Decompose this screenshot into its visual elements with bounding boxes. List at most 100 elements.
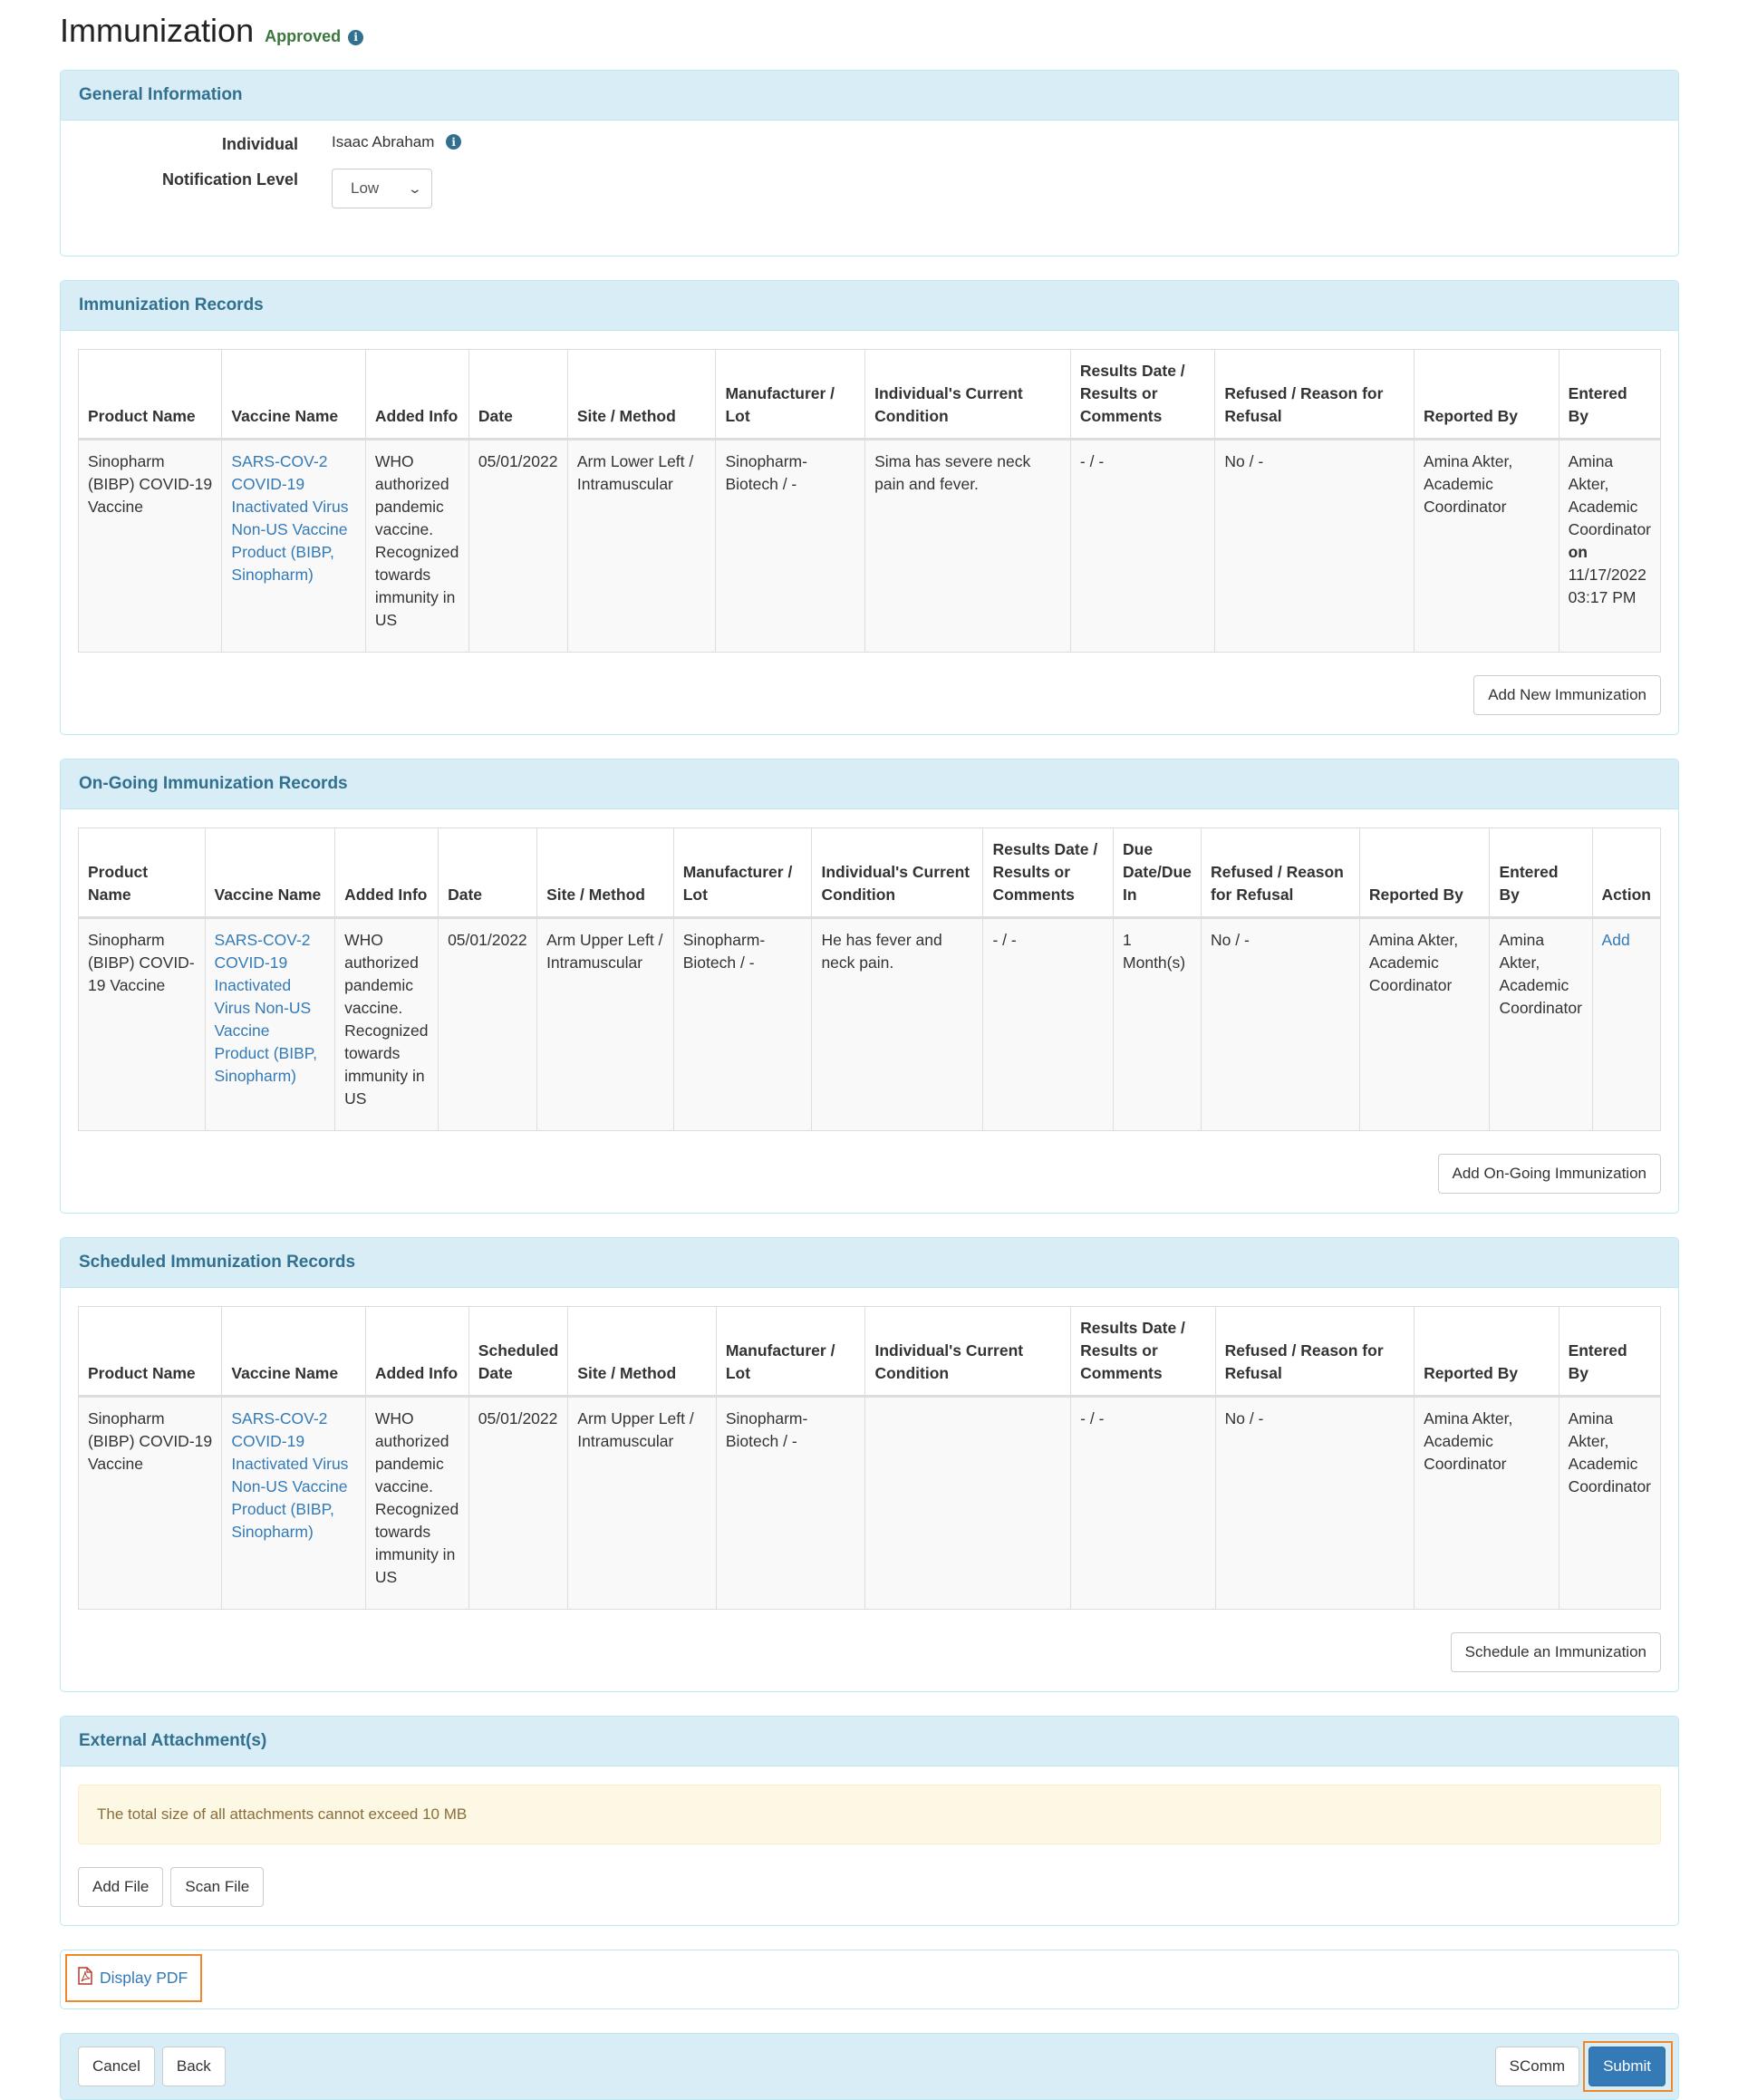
column-header: Results Date / Results or Comments (1069, 349, 1216, 440)
immunization-page: Immunization Approved i General Informat… (60, 0, 1679, 2100)
column-header: Reported By (1358, 827, 1491, 919)
table-header-row: Product Name Vaccine Name Added Info Dat… (77, 349, 1662, 440)
table-row: Sinopharm (BIBP) COVID-19 Vaccine SARS-C… (77, 439, 1662, 653)
entered-by-name: Amina Akter, Academic Coordinator (1568, 452, 1652, 538)
column-header: Site / Method (567, 1306, 717, 1398)
reported-by-cell: Amina Akter, Academic Coordinator (1413, 439, 1559, 653)
date-cell: 05/01/2022 (438, 917, 538, 1131)
individual-row: Individual Isaac Abraham i (78, 133, 1661, 154)
condition-cell: Sima has severe neck pain and fever. (864, 439, 1071, 653)
immunization-records-panel: Immunization Records Product Name Vaccin… (60, 280, 1679, 735)
reported-by-cell: Amina Akter, Academic Coordinator (1358, 917, 1491, 1131)
individual-name: Isaac Abraham (332, 133, 435, 150)
info-circle-icon[interactable]: i (446, 134, 462, 150)
attachment-size-notice: The total size of all attachments cannot… (78, 1785, 1661, 1844)
column-header: Date (468, 349, 568, 440)
notification-level-row: Notification Level Low ⌄ (78, 169, 1661, 208)
due-cell: 1 Month(s) (1113, 917, 1202, 1131)
column-header: Added Info (364, 1306, 469, 1398)
add-file-button[interactable]: Add File (78, 1867, 164, 1907)
results-cell: - / - (1069, 439, 1216, 653)
notification-level-value: Low (351, 179, 380, 197)
column-header: Site / Method (566, 349, 717, 440)
column-header: Entered By (1489, 827, 1593, 919)
column-header: Individual's Current Condition (864, 1306, 1072, 1398)
scheduled-date-cell: 05/01/2022 (468, 1396, 569, 1610)
notification-level-label: Notification Level (161, 170, 298, 189)
product-name-cell: Sinopharm (BIBP) COVID-19 Vaccine (77, 439, 223, 653)
column-header: Date (438, 827, 538, 919)
display-pdf-panel: Display PDF (60, 1950, 1679, 2009)
column-header: Vaccine Name (204, 827, 336, 919)
immunization-records-heading: Immunization Records (61, 281, 1678, 331)
column-header: Reported By (1413, 349, 1559, 440)
entered-by-cell: Amina Akter, Academic Coordinator on 11/… (1558, 439, 1662, 653)
column-header: Reported By (1414, 1306, 1559, 1398)
column-header: Product Name (77, 349, 223, 440)
column-header: Site / Method (536, 827, 674, 919)
external-attachments-heading: External Attachment(s) (61, 1717, 1678, 1766)
site-method-cell: Arm Upper Left / Intramuscular (536, 917, 674, 1131)
action-cell: Add (1591, 917, 1662, 1131)
entered-by-cell: Amina Akter, Academic Coordinator (1489, 917, 1593, 1131)
chevron-down-icon: ⌄ (407, 180, 423, 196)
add-ongoing-immunization-button[interactable]: Add On-Going Immunization (1437, 1154, 1661, 1194)
status-badge: Approved (265, 27, 342, 45)
individual-value: Isaac Abraham i (332, 133, 462, 151)
vaccine-name-link[interactable]: SARS-COV-2 COVID-19 Inactivated Virus No… (204, 917, 336, 1131)
column-header: Product Name (77, 1306, 223, 1398)
manufacturer-lot-cell: Sinopharm-Biotech / - (715, 439, 866, 653)
added-info-cell: WHO authorized pandemic vaccine. Recogni… (334, 917, 439, 1131)
vaccine-name-link[interactable]: SARS-COV-2 COVID-19 Inactivated Virus No… (221, 1396, 366, 1610)
general-information-heading: General Information (61, 71, 1678, 121)
column-header: Individual's Current Condition (864, 349, 1071, 440)
submit-highlight: Submit (1583, 2041, 1673, 2092)
column-header: Refused / Reason for Refusal (1201, 827, 1360, 919)
scheduled-immunization-heading: Scheduled Immunization Records (61, 1238, 1678, 1288)
form-actions-bar: Cancel Back SComm Submit (60, 2033, 1679, 2100)
notification-level-select[interactable]: Low ⌄ (332, 169, 432, 208)
add-new-immunization-button[interactable]: Add New Immunization (1473, 675, 1661, 715)
manufacturer-lot-cell: Sinopharm-Biotech / - (715, 1396, 866, 1610)
info-circle-icon[interactable]: i (348, 29, 364, 45)
ongoing-immunization-table: Product Name Vaccine Name Added Info Dat… (78, 827, 1662, 1131)
display-pdf-link[interactable]: Display PDF (65, 1954, 203, 2002)
immunization-records-table: Product Name Vaccine Name Added Info Dat… (77, 349, 1662, 653)
ongoing-immunization-heading: On-Going Immunization Records (61, 760, 1678, 809)
file-pdf-icon (78, 1967, 92, 1989)
add-action-link[interactable]: Add (1602, 931, 1630, 949)
refused-cell: No / - (1214, 439, 1415, 653)
added-info-cell: WHO authorized pandemic vaccine. Recogni… (364, 1396, 469, 1610)
column-header: Entered By (1558, 349, 1662, 440)
scan-file-button[interactable]: Scan File (170, 1867, 265, 1907)
vaccine-name-link[interactable]: SARS-COV-2 COVID-19 Inactivated Virus No… (221, 439, 366, 653)
back-button[interactable]: Back (161, 2047, 226, 2086)
site-method-cell: Arm Lower Left / Intramuscular (566, 439, 717, 653)
page-title: Immunization (60, 12, 255, 49)
column-header: Refused / Reason for Refusal (1214, 349, 1415, 440)
column-header: Manufacturer / Lot (672, 827, 813, 919)
individual-label: Individual (221, 135, 298, 153)
scomm-button[interactable]: SComm (1494, 2047, 1580, 2086)
ongoing-immunization-panel: On-Going Immunization Records Product Na… (60, 759, 1679, 1214)
general-information-panel: General Information Individual Isaac Abr… (60, 70, 1679, 256)
refused-cell: No / - (1201, 917, 1360, 1131)
table-row: Sinopharm (BIBP) COVID-19 Vaccine SARS-C… (78, 917, 1662, 1131)
column-header: Manufacturer / Lot (715, 349, 866, 440)
condition-cell: He has fever and neck pain. (811, 917, 984, 1131)
submit-button[interactable]: Submit (1588, 2047, 1666, 2086)
column-header: Manufacturer / Lot (715, 1306, 866, 1398)
column-header: Action (1591, 827, 1662, 919)
entered-on-datetime: 11/17/2022 03:17 PM (1568, 566, 1646, 606)
column-header: Results Date / Results or Comments (982, 827, 1115, 919)
entered-by-cell: Amina Akter, Academic Coordinator (1558, 1396, 1662, 1610)
column-header: Product Name (78, 827, 206, 919)
cancel-button[interactable]: Cancel (78, 2047, 155, 2086)
reported-by-cell: Amina Akter, Academic Coordinator (1414, 1396, 1559, 1610)
column-header: Scheduled Date (468, 1306, 569, 1398)
column-header: Due Date/Due In (1113, 827, 1202, 919)
column-header: Refused / Reason for Refusal (1214, 1306, 1415, 1398)
site-method-cell: Arm Upper Left / Intramuscular (567, 1396, 717, 1610)
schedule-immunization-button[interactable]: Schedule an Immunization (1450, 1632, 1661, 1672)
column-header: Results Date / Results or Comments (1070, 1306, 1216, 1398)
